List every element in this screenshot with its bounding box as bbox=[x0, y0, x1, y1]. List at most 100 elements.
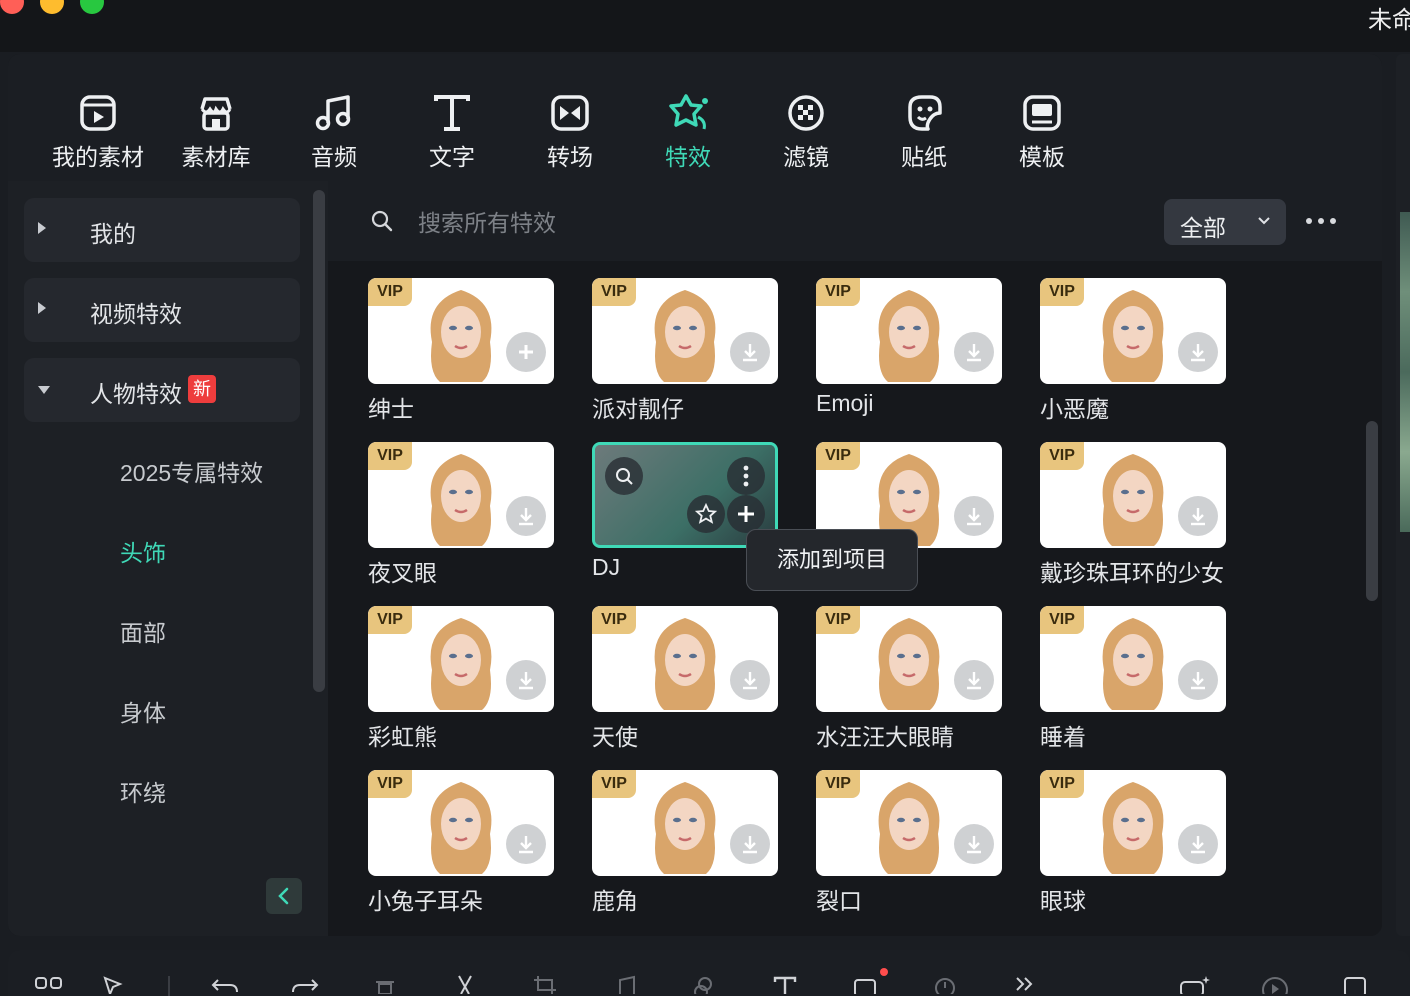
ai-camera-icon[interactable] bbox=[1178, 974, 1212, 996]
tab-effects[interactable]: 特效 bbox=[628, 92, 748, 172]
preview-zoom-icon[interactable] bbox=[605, 457, 643, 495]
text-tool-icon[interactable] bbox=[768, 974, 802, 996]
effect-card-pearl-earring-girl[interactable]: VIP 戴珍珠耳环的少女 bbox=[1040, 442, 1226, 588]
more-options-button[interactable] bbox=[1306, 211, 1342, 231]
subcategory-face[interactable]: 面部 bbox=[120, 614, 166, 648]
record-icon[interactable] bbox=[848, 974, 882, 996]
tab-templates[interactable]: 模板 bbox=[982, 92, 1102, 172]
expand-more-icon[interactable] bbox=[1008, 974, 1042, 996]
delete-icon[interactable] bbox=[368, 974, 402, 996]
subcategory-body[interactable]: 身体 bbox=[120, 694, 166, 728]
effect-card-bunny-ears[interactable]: VIP 小兔子耳朵 bbox=[368, 770, 554, 916]
download-icon[interactable] bbox=[954, 660, 994, 700]
vip-badge: VIP bbox=[816, 278, 860, 306]
vip-badge: VIP bbox=[592, 770, 636, 798]
more-vertical-icon[interactable] bbox=[727, 457, 765, 495]
favorite-star-icon[interactable] bbox=[687, 495, 725, 533]
filter-dropdown[interactable]: 全部 bbox=[1164, 199, 1286, 245]
add-icon[interactable] bbox=[506, 332, 546, 372]
tab-my-media[interactable]: 我的素材 bbox=[38, 92, 158, 172]
download-icon[interactable] bbox=[1178, 332, 1218, 372]
select-pointer-icon[interactable] bbox=[96, 974, 130, 996]
collapse-sidebar-button[interactable] bbox=[266, 878, 302, 914]
effect-card-yaksha-eyes[interactable]: VIP 夜叉眼 bbox=[368, 442, 554, 588]
effect-card-angel[interactable]: VIP 天使 bbox=[592, 606, 778, 752]
crop-icon[interactable] bbox=[528, 974, 562, 996]
tab-text[interactable]: 文字 bbox=[392, 92, 512, 172]
undo-icon[interactable] bbox=[208, 974, 242, 996]
effect-thumbnail[interactable]: VIP bbox=[816, 606, 1002, 712]
download-icon[interactable] bbox=[730, 824, 770, 864]
download-icon[interactable] bbox=[506, 496, 546, 536]
color-tool-icon[interactable] bbox=[688, 974, 722, 996]
effect-thumbnail[interactable]: VIP bbox=[368, 606, 554, 712]
preview-panel-edge bbox=[1396, 54, 1410, 936]
effect-card-little-devil[interactable]: VIP 小恶魔 bbox=[1040, 278, 1226, 424]
download-icon[interactable] bbox=[954, 332, 994, 372]
download-icon[interactable] bbox=[954, 824, 994, 864]
effect-thumbnail[interactable]: VIP bbox=[368, 770, 554, 876]
effect-thumbnail[interactable]: VIP bbox=[1040, 770, 1226, 876]
effect-card-emoji[interactable]: VIP Emoji bbox=[816, 278, 1002, 417]
search-icon bbox=[371, 210, 393, 232]
vip-badge: VIP bbox=[1040, 442, 1084, 470]
effect-thumbnail[interactable]: VIP bbox=[592, 278, 778, 384]
effect-name: 眼球 bbox=[1040, 888, 1086, 914]
tab-filters[interactable]: 滤镜 bbox=[746, 92, 866, 172]
add-to-project-button[interactable] bbox=[727, 495, 765, 533]
effect-thumbnail[interactable]: VIP bbox=[368, 442, 554, 548]
split-scissors-icon[interactable] bbox=[448, 974, 482, 996]
effect-name: 睡着 bbox=[1040, 724, 1086, 750]
tab-stickers[interactable]: 贴纸 bbox=[864, 92, 984, 172]
effect-name: Emoji bbox=[816, 390, 874, 416]
audio-tool-icon[interactable] bbox=[608, 974, 642, 996]
zoom-window-button[interactable] bbox=[80, 0, 104, 14]
effect-card-rainbow-bear[interactable]: VIP 彩虹熊 bbox=[368, 606, 554, 752]
effect-thumbnail[interactable]: VIP bbox=[1040, 442, 1226, 548]
download-icon[interactable] bbox=[1178, 496, 1218, 536]
download-icon[interactable] bbox=[730, 332, 770, 372]
minimize-window-button[interactable] bbox=[40, 0, 64, 14]
download-icon[interactable] bbox=[954, 496, 994, 536]
effect-card-party-boy[interactable]: VIP 派对靓仔 bbox=[592, 278, 778, 424]
sidebar-scrollbar[interactable] bbox=[313, 190, 325, 692]
category-mine[interactable]: 我的 bbox=[24, 198, 300, 262]
subcategory-surround[interactable]: 环绕 bbox=[120, 774, 166, 808]
download-icon[interactable] bbox=[506, 824, 546, 864]
effect-card-split-mouth[interactable]: VIP 裂口 bbox=[816, 770, 1002, 916]
effect-card-gentleman[interactable]: VIP 绅士 bbox=[368, 278, 554, 424]
category-video-effects[interactable]: 视频特效 bbox=[24, 278, 300, 342]
effect-thumbnail[interactable]: VIP bbox=[816, 770, 1002, 876]
category-people-effects[interactable]: 人物特效新 bbox=[24, 358, 300, 422]
effect-card-sleeping[interactable]: VIP 睡着 bbox=[1040, 606, 1226, 752]
download-icon[interactable] bbox=[730, 660, 770, 700]
tab-audio[interactable]: 音频 bbox=[274, 92, 394, 172]
redo-icon[interactable] bbox=[288, 974, 322, 996]
tab-transitions[interactable]: 转场 bbox=[510, 92, 630, 172]
layout-grid-icon[interactable] bbox=[32, 974, 66, 996]
play-preview-icon[interactable] bbox=[1258, 974, 1292, 996]
effect-thumbnail[interactable]: VIP bbox=[592, 606, 778, 712]
download-icon[interactable] bbox=[1178, 660, 1218, 700]
subcategory-headwear[interactable]: 头饰 bbox=[120, 534, 166, 568]
search-input[interactable] bbox=[418, 203, 1018, 243]
subcategory-2025-exclusive[interactable]: 2025专属特效 bbox=[120, 454, 263, 488]
effect-thumbnail[interactable]: VIP bbox=[816, 278, 1002, 384]
vip-badge: VIP bbox=[368, 606, 412, 634]
download-icon[interactable] bbox=[1178, 824, 1218, 864]
download-icon[interactable] bbox=[506, 660, 546, 700]
effect-thumbnail[interactable]: VIP bbox=[1040, 278, 1226, 384]
content-scrollbar[interactable] bbox=[1366, 421, 1378, 601]
fullscreen-icon[interactable] bbox=[1338, 974, 1372, 996]
tab-stock-library[interactable]: 素材库 bbox=[156, 92, 276, 172]
effect-thumbnail[interactable]: VIP bbox=[592, 770, 778, 876]
effect-card-eyeball[interactable]: VIP 眼球 bbox=[1040, 770, 1226, 916]
close-window-button[interactable] bbox=[0, 0, 24, 14]
timer-icon[interactable] bbox=[928, 974, 962, 996]
vip-badge: VIP bbox=[592, 606, 636, 634]
effect-thumbnail[interactable]: VIP bbox=[368, 278, 554, 384]
effect-card-watery-big-eyes[interactable]: VIP 水汪汪大眼睛 bbox=[816, 606, 1002, 752]
transition-icon bbox=[548, 92, 592, 134]
effect-card-antlers[interactable]: VIP 鹿角 bbox=[592, 770, 778, 916]
effect-thumbnail[interactable]: VIP bbox=[1040, 606, 1226, 712]
